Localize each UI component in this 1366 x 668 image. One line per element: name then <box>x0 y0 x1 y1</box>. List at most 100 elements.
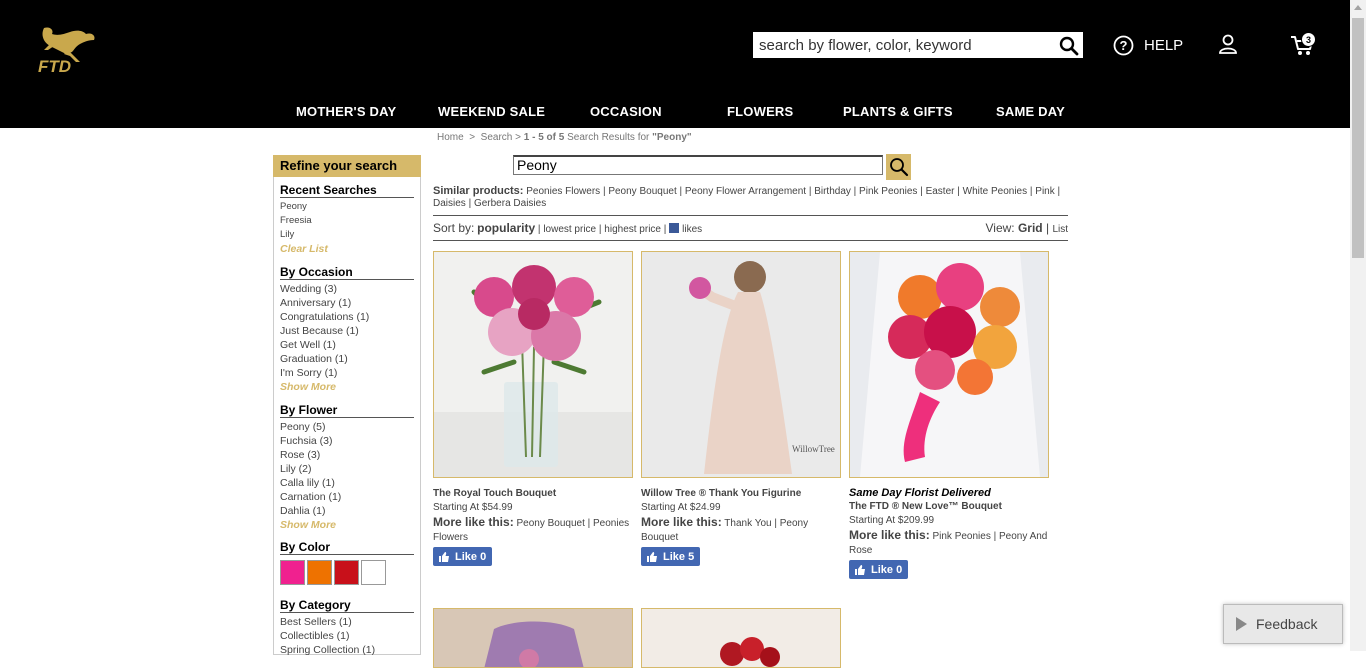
search-icon <box>1059 36 1079 56</box>
product-name[interactable]: Willow Tree ® Thank You Figurine <box>641 487 841 501</box>
nav-flowers[interactable]: FLOWERS <box>727 104 793 119</box>
more-like-this: More like this: Thank You | Peony Bouque… <box>641 515 841 545</box>
sort-popularity[interactable]: popularity <box>477 221 535 235</box>
like-count: Like 5 <box>663 550 695 563</box>
facet-option[interactable]: Graduation (1) <box>280 352 414 366</box>
facet-option[interactable]: Carnation (1) <box>280 490 414 504</box>
similar-product-link[interactable]: Peony Bouquet <box>608 186 676 197</box>
breadcrumb-home[interactable]: Home <box>437 132 464 143</box>
ftd-logo[interactable]: FTD <box>36 24 100 76</box>
help-link[interactable]: ? HELP <box>1113 34 1183 56</box>
product-image[interactable] <box>433 608 633 668</box>
facet-option[interactable]: Fuchsia (3) <box>280 434 414 448</box>
product-image[interactable] <box>641 608 841 668</box>
facet-option[interactable]: Best Sellers (1) <box>280 615 414 629</box>
similar-product-link[interactable]: Daisies <box>433 198 466 209</box>
help-icon: ? <box>1113 35 1134 55</box>
peony-bouquet-photo <box>434 265 632 477</box>
color-swatches <box>280 560 414 585</box>
sort-likes[interactable]: likes <box>682 224 702 235</box>
recent-search-item[interactable]: Peony <box>280 200 414 214</box>
view-grid[interactable]: Grid <box>1018 221 1043 235</box>
sort-lowest-price[interactable]: lowest price <box>543 224 596 235</box>
product-image[interactable] <box>433 251 633 478</box>
facet-option[interactable]: Dahlia (1) <box>280 504 414 518</box>
facet-heading: By Category <box>280 598 414 613</box>
feedback-button[interactable]: Feedback <box>1223 604 1343 644</box>
similar-product-link[interactable]: Easter <box>926 186 955 197</box>
similar-product-link[interactable]: Gerbera Daisies <box>474 198 546 209</box>
sort-bar: Sort by: popularity | lowest price | hig… <box>433 215 1068 241</box>
facet-option[interactable]: Get Well (1) <box>280 338 414 352</box>
show-more-link[interactable]: Show More <box>280 518 414 532</box>
results-search-input[interactable]: Peony <box>513 155 883 175</box>
svg-text:?: ? <box>1120 38 1128 53</box>
color-swatch-white[interactable] <box>361 560 386 585</box>
nav-mothers-day[interactable]: MOTHER'S DAY <box>296 104 396 119</box>
color-swatch-orange[interactable] <box>307 560 332 585</box>
nav-occasion[interactable]: OCCASION <box>590 104 662 119</box>
nav-weekend-sale[interactable]: WEEKEND SALE <box>438 104 545 119</box>
facebook-like-button[interactable]: Like 0 <box>433 547 493 566</box>
color-swatch-red[interactable] <box>334 560 359 585</box>
facet-option[interactable]: Anniversary (1) <box>280 296 414 310</box>
facet-option[interactable]: Wedding (3) <box>280 282 414 296</box>
product-name[interactable]: The Royal Touch Bouquet <box>433 487 633 501</box>
search-icon <box>889 158 908 177</box>
like-count: Like 0 <box>871 563 903 576</box>
site-search-button[interactable] <box>1057 34 1081 58</box>
color-swatch-pink[interactable] <box>280 560 305 585</box>
account-button[interactable] <box>1217 33 1239 55</box>
thumbs-up-icon <box>439 551 449 562</box>
site-header: FTD ? HELP 3 MOTHER'S DAY <box>0 0 1350 128</box>
product-price: Starting At $209.99 <box>849 515 935 526</box>
results-search-button[interactable] <box>886 154 911 180</box>
facet-option[interactable]: Peony (5) <box>280 420 414 434</box>
sort-highest-price[interactable]: highest price <box>604 224 661 235</box>
user-icon <box>1219 34 1237 54</box>
scrollbar-thumb[interactable] <box>1352 18 1364 258</box>
recent-search-item[interactable]: Freesia <box>280 214 414 228</box>
nav-plants-gifts[interactable]: PLANTS & GIFTS <box>843 104 953 119</box>
breadcrumb-separator: > <box>469 132 476 143</box>
facet-option[interactable]: Just Because (1) <box>280 324 414 338</box>
clear-list-link[interactable]: Clear List <box>280 242 414 256</box>
facet-option[interactable]: Calla lily (1) <box>280 476 414 490</box>
product-name[interactable]: The FTD ® New Love™ Bouquet <box>849 500 1049 514</box>
facet-option[interactable]: I'm Sorry (1) <box>280 366 414 380</box>
main-nav: MOTHER'S DAY WEEKEND SALE OCCASION FLOWE… <box>0 104 1350 122</box>
product-image[interactable] <box>849 251 1049 478</box>
show-more-link[interactable]: Show More <box>280 380 414 394</box>
view-list[interactable]: List <box>1052 224 1068 235</box>
facet-option[interactable]: Lily (2) <box>280 462 414 476</box>
facet-option[interactable]: Spring Collection (1) <box>280 643 414 657</box>
more-like-this: More like this: Peony Bouquet | Peonies … <box>433 515 633 545</box>
breadcrumb-search[interactable]: Search <box>481 132 513 143</box>
similar-product-link[interactable]: White Peonies <box>963 186 1027 197</box>
facet-option[interactable]: Congratulations (1) <box>280 310 414 324</box>
facebook-like-button[interactable]: Like 0 <box>849 560 909 579</box>
site-search-input[interactable] <box>753 32 1053 58</box>
nav-same-day[interactable]: SAME DAY <box>996 104 1065 119</box>
similar-product-link[interactable]: Peonies Flowers <box>526 186 600 197</box>
site-search <box>752 31 1084 59</box>
view-label: View: <box>985 221 1015 235</box>
facebook-like-button[interactable]: Like 5 <box>641 547 701 566</box>
similar-product-link[interactable]: Pink Peonies <box>859 186 917 197</box>
similar-product-link[interactable]: Pink <box>1035 186 1054 197</box>
scroll-up-arrow[interactable] <box>1354 5 1362 10</box>
product-image[interactable]: WillowTree <box>641 251 841 478</box>
breadcrumb-result-count: 1 - 5 of 5 <box>523 132 565 143</box>
more-like-this-label: More like this: <box>433 515 514 529</box>
facet-option[interactable]: Collectibles (1) <box>280 629 414 643</box>
facet-option[interactable]: Rose (3) <box>280 448 414 462</box>
thumbs-up-icon <box>647 551 657 562</box>
similar-product-link[interactable]: Peony Flower Arrangement <box>685 186 806 197</box>
recent-search-item[interactable]: Lily <box>280 228 414 242</box>
page-scrollbar[interactable] <box>1350 0 1366 651</box>
thumbs-up-icon <box>855 564 865 575</box>
category-facet: By Category Best Sellers (1) Collectible… <box>280 598 414 657</box>
similar-product-link[interactable]: Birthday <box>814 186 851 197</box>
refine-title: Refine your search <box>273 155 421 177</box>
more-like-this-label: More like this: <box>849 528 930 542</box>
